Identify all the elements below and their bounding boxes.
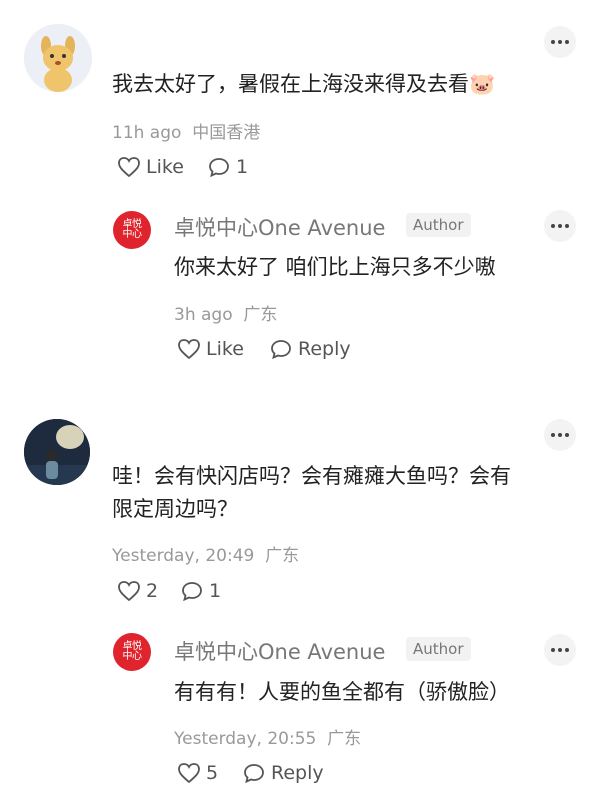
reply-meta: Yesterday, 20:55 广东: [174, 724, 361, 749]
reply-time: 3h ago: [174, 305, 233, 325]
author-name[interactable]: 卓悦中心One Avenue: [174, 636, 385, 666]
comment-time: 11h ago: [112, 123, 182, 143]
reply-label: Reply: [271, 762, 324, 784]
author-avatar[interactable]: 卓悦 中心: [113, 633, 151, 671]
comment-count: 1: [209, 580, 222, 602]
reply-location: 广东: [243, 305, 278, 325]
brand-logo-icon: 卓悦 中心: [113, 633, 151, 671]
heart-icon: [178, 763, 200, 784]
like-button[interactable]: 5: [177, 762, 218, 784]
more-options-button[interactable]: [544, 26, 576, 58]
comment-meta: 11h ago 中国香港: [112, 118, 260, 143]
person-photo-icon: [24, 419, 90, 485]
more-options-button[interactable]: [544, 634, 576, 666]
heart-icon: [178, 339, 200, 360]
comment-text: 我去太好了，暑假在上海没来得及去看🐷: [112, 72, 496, 96]
like-label: Like: [146, 156, 184, 178]
comment-text-line1: 哇！会有快闪店吗？会有瘫瘫大鱼吗？会有: [112, 464, 511, 488]
author-name[interactable]: 卓悦中心One Avenue: [174, 212, 385, 242]
brand-logo-icon: 卓悦 中心: [113, 211, 151, 249]
more-dot-icon: [551, 40, 555, 44]
pig-emoji-icon: 🐷: [469, 72, 496, 96]
reply-time: Yesterday, 20:55: [174, 729, 317, 749]
commenter-avatar[interactable]: [24, 24, 92, 92]
reply-location: 广东: [327, 729, 362, 749]
like-label: Like: [206, 338, 244, 360]
like-button[interactable]: Like: [117, 156, 184, 178]
comment-text-line2: 限定周边吗？: [112, 497, 238, 521]
like-count: 5: [206, 762, 219, 784]
dog-avatar-icon: [24, 24, 92, 92]
comment-count-button[interactable]: 1: [207, 156, 248, 178]
reply-text: 你来太好了 咱们比上海只多不少嗷: [174, 255, 496, 279]
comment-time: Yesterday, 20:49: [112, 546, 255, 566]
reply-button[interactable]: Reply: [242, 762, 324, 784]
reply-text: 有有有！人要的鱼全都有（骄傲脸）: [174, 680, 510, 704]
speech-bubble-icon: [182, 582, 202, 602]
more-dot-icon: [551, 224, 555, 228]
heart-icon: [118, 581, 140, 602]
like-button[interactable]: Like: [177, 338, 244, 360]
commenter-avatar[interactable]: [24, 419, 90, 485]
more-dot-icon: [551, 433, 555, 437]
more-options-button[interactable]: [544, 210, 576, 242]
speech-bubble-icon: [271, 340, 291, 360]
reply-meta: 3h ago 广东: [174, 300, 277, 325]
comment-count: 1: [236, 156, 249, 178]
comment-location: 广东: [265, 546, 300, 566]
comment-count-button[interactable]: 1: [180, 580, 221, 602]
more-dot-icon: [551, 648, 555, 652]
comment-location: 中国香港: [192, 123, 261, 143]
author-badge: Author: [406, 213, 471, 237]
more-options-button[interactable]: [544, 419, 576, 451]
author-badge: Author: [406, 637, 471, 661]
reply-button[interactable]: Reply: [269, 338, 351, 360]
author-avatar[interactable]: 卓悦 中心: [113, 211, 151, 249]
reply-label: Reply: [298, 338, 351, 360]
speech-bubble-icon: [244, 764, 264, 784]
comment-meta: Yesterday, 20:49 广东: [112, 541, 299, 566]
heart-icon: [118, 157, 140, 178]
like-button[interactable]: 2: [117, 580, 158, 602]
like-count: 2: [146, 580, 159, 602]
speech-bubble-icon: [209, 158, 229, 178]
